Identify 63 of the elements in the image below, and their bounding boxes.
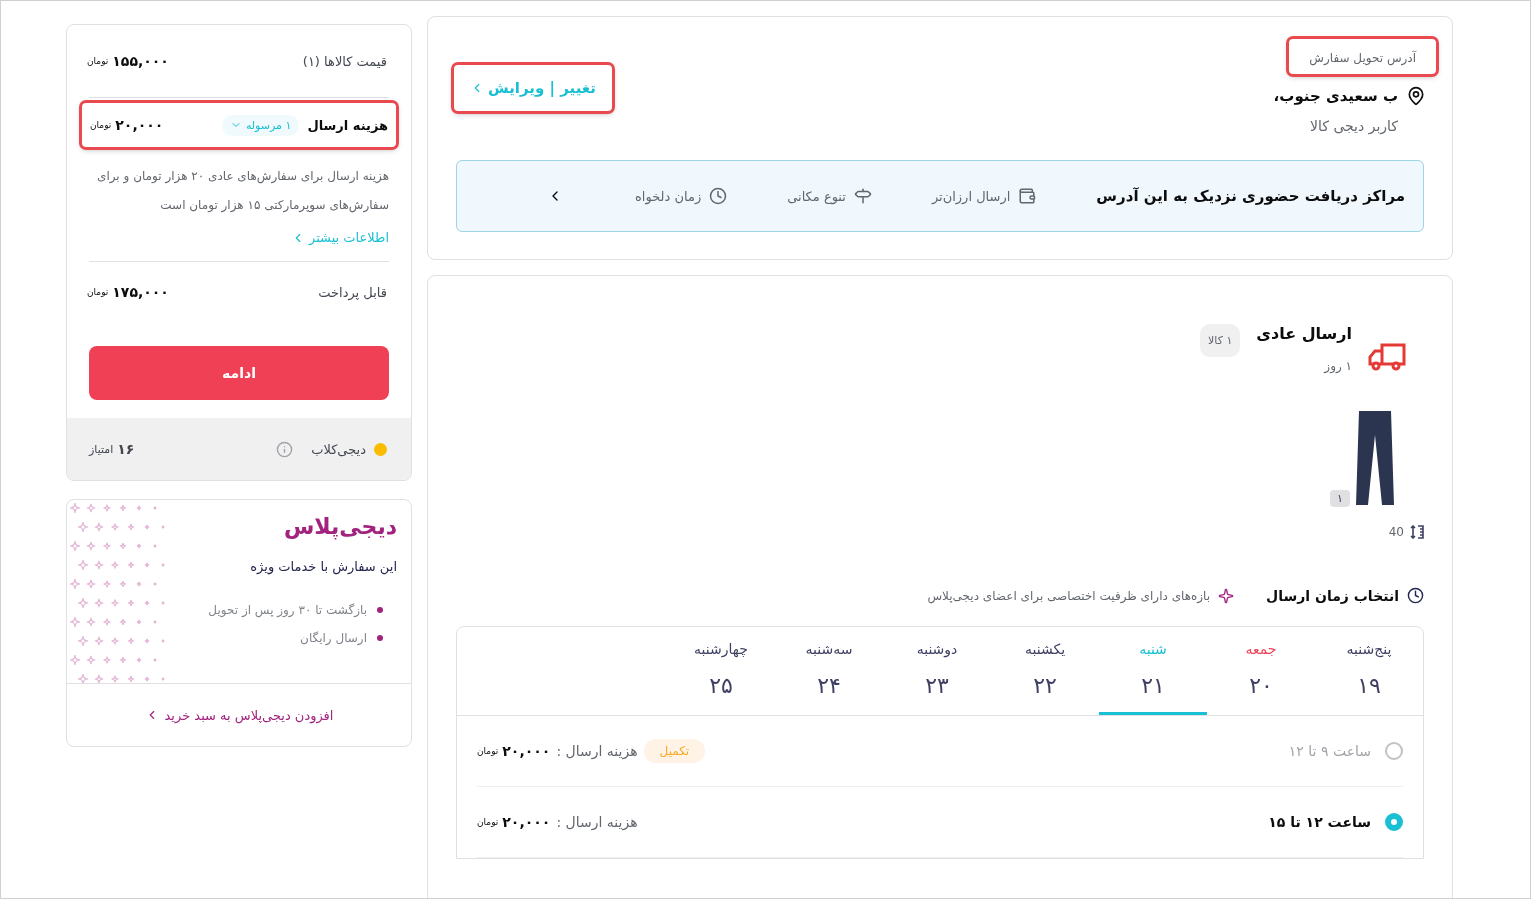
section-heading: انتخاب زمان ارسال xyxy=(1266,587,1399,604)
size-icon xyxy=(1410,525,1424,539)
items-price-label: قیمت کالاها (۱) xyxy=(302,53,387,69)
add-digiplus-link[interactable]: افزودن دیجی‌پلاس به سبد خرید xyxy=(67,683,411,746)
price: ۱۵۵,۰۰۰ xyxy=(112,53,169,69)
price: ۲۰,۰۰۰ xyxy=(502,743,551,759)
coin-icon xyxy=(374,442,387,456)
location-pin-icon xyxy=(1406,86,1426,106)
sparkle-icon xyxy=(1218,587,1235,604)
time-slot: ساعت ۹ تا ۱۲ xyxy=(1288,743,1371,759)
time-slot: ساعت ۱۲ تا ۱۵ xyxy=(1268,814,1371,830)
day-tab[interactable]: سه‌شنبه ۲۴ xyxy=(775,627,883,715)
digiplus-logo: دیجی‌پلاس xyxy=(283,513,398,539)
benefit-text: ارسال رایگان xyxy=(300,631,367,645)
clock-icon xyxy=(1407,587,1424,604)
points-label: امتیاز xyxy=(89,442,114,456)
recipient-name: کاربر دیجی کالا xyxy=(1310,118,1399,134)
shipping-cost-label: هزینه ارسال xyxy=(307,117,388,133)
feature-label: ارسال ارزان‌تر xyxy=(931,188,1011,204)
size-value: 40 xyxy=(1388,525,1404,539)
wallet-icon xyxy=(1018,187,1037,205)
benefit-text: بازگشت تا ۳۰ روز پس از تحویل xyxy=(208,603,367,617)
item-count-badge: ۱ کالا xyxy=(1200,324,1241,357)
digiplus-subtitle: این سفارش با خدمات ویژه xyxy=(249,558,398,577)
feature-label: تنوع مکانی xyxy=(787,188,846,204)
address-label: آدرس تحویل سفارش xyxy=(1309,51,1416,65)
cost-label: هزینه ارسال : xyxy=(556,743,638,759)
day-tab[interactable]: جمعه ۲۰ xyxy=(1207,627,1315,715)
pickup-banner[interactable]: مراکز دریافت حضوری نزدیک به این آدرس ارسال ارزان‌تر تنوع مکانی زمان دلخواه xyxy=(456,160,1424,232)
payable-label: قابل پرداخت xyxy=(318,284,387,300)
day-tab[interactable]: شنبه ۲۱ xyxy=(1099,627,1207,715)
club-label: دیجی‌کلاب xyxy=(311,441,366,457)
day-tab[interactable]: دوشنبه ۲۳ xyxy=(883,627,991,715)
day-tab[interactable]: یکشنبه ۲۲ xyxy=(991,627,1099,715)
street-address: ب سعیدی جنوب، xyxy=(1273,87,1398,105)
bullet-dot xyxy=(377,635,383,641)
day-tab[interactable]: پنج‌شنبه ۱۹ xyxy=(1315,627,1423,715)
cost-label: هزینه ارسال : xyxy=(556,814,638,830)
clock-icon xyxy=(709,187,728,205)
quantity-badge: ۱ xyxy=(1330,490,1350,507)
plus-note: بازه‌های دارای ظرفیت اختصاصی برای اعضای دیجی‌پلاس xyxy=(927,588,1211,603)
points-value: ۱۶ xyxy=(117,441,135,457)
continue-button[interactable]: ادامه xyxy=(89,346,389,400)
shipping-note: هزینه ارسال برای سفارش‌های عادی ۲۰ هزار تومان و برای سفارش‌های سوپرمارکتی ۱۵ هزار تومان است xyxy=(96,168,390,215)
feature-label: زمان دلخواه xyxy=(635,188,702,204)
day-tab[interactable]: چهارشنبه ۲۵ xyxy=(667,627,775,715)
price: ۱۷۵,۰۰۰ xyxy=(112,284,169,300)
radio-button[interactable] xyxy=(1385,813,1403,831)
currency-label: تومان xyxy=(477,746,499,756)
currency-label: تومان xyxy=(90,120,112,130)
truck-icon xyxy=(1368,342,1406,372)
price: ۲۰,۰۰۰ xyxy=(502,814,551,830)
currency-label: تومان xyxy=(87,56,109,66)
price: ۲۰,۰۰۰ xyxy=(115,117,164,133)
delivery-duration: ۱ روز xyxy=(1324,359,1352,373)
signpost-icon xyxy=(853,187,872,205)
info-icon[interactable] xyxy=(276,440,294,458)
bullet-dot xyxy=(377,607,383,613)
currency-label: تومان xyxy=(87,287,109,297)
shipment-title: ارسال عادی xyxy=(1256,324,1352,343)
full-badge: تکمیل xyxy=(643,739,706,763)
currency-label: تومان xyxy=(477,817,499,827)
banner-title: مراکز دریافت حضوری نزدیک به این آدرس xyxy=(1096,187,1405,205)
